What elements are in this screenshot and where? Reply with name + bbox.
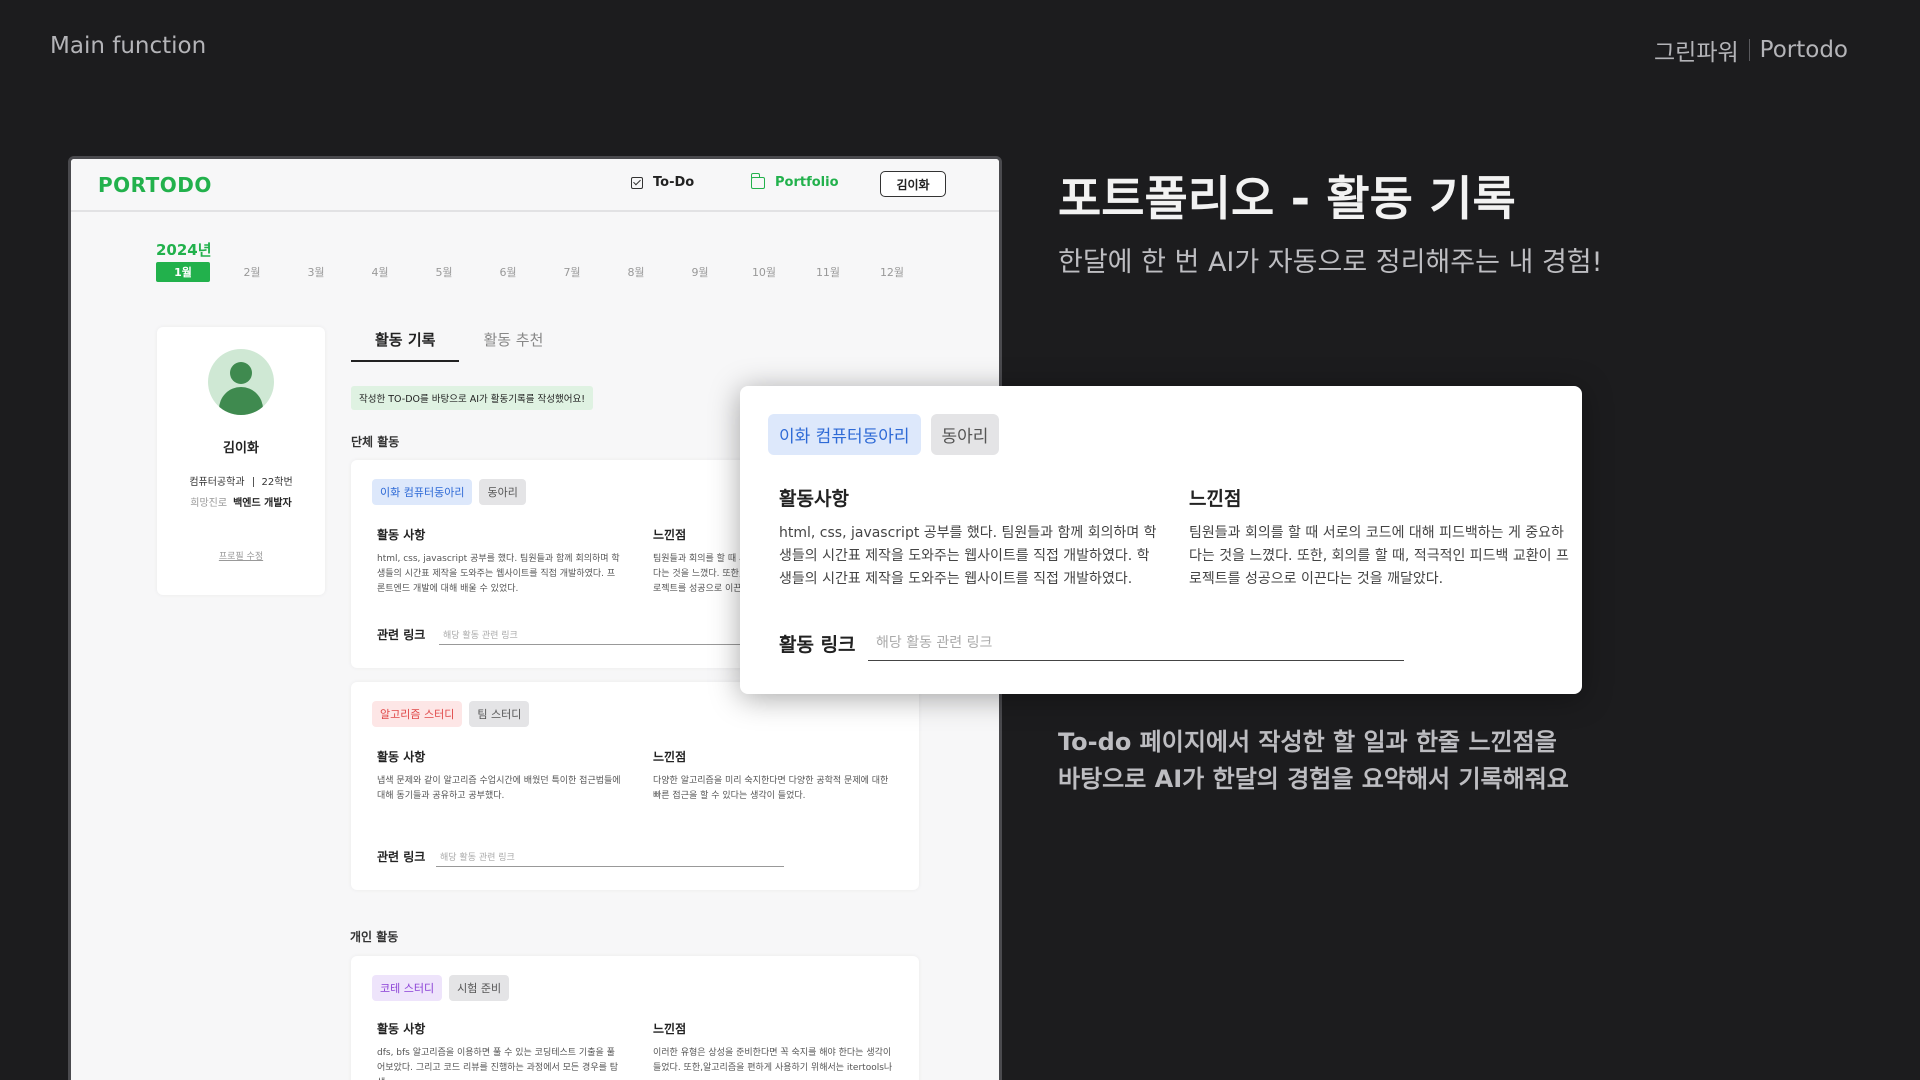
month-tab[interactable]: 6월 [476, 262, 540, 282]
activity-tabs: 활동 기록 활동 추천 [351, 329, 567, 362]
link-input[interactable]: 해당 활동 관련 링크 [436, 850, 784, 867]
profile-card: 김이화 컴퓨터공학과 22학번 희망진로 백엔드 개발자 프로필 수정 [157, 327, 325, 595]
avatar [208, 349, 274, 415]
month-tab[interactable]: 2월 [220, 262, 284, 282]
tag-row: 이화 컴퓨터동아리 동아리 [372, 479, 526, 505]
description-line: 바탕으로 AI가 한달의 경험을 요약해서 기록해줘요 [1058, 765, 1569, 793]
feature-description: To-do 페이지에서 작성한 할 일과 한줄 느낀점을 바탕으로 AI가 한달… [1058, 724, 1569, 798]
divider [1748, 39, 1750, 61]
ai-notice-badge: 작성한 TO-DO를 바탕으로 AI가 활동기록를 작성했어요! [351, 386, 594, 410]
profile-goal-label: 희망진로 [190, 498, 228, 509]
group-activity-title: 단체 활동 [351, 435, 400, 449]
feeling-heading: 느낀점 [653, 528, 687, 542]
nav-portfolio[interactable]: Portfolio [750, 172, 839, 190]
activity-text: html, css, javascript 공부를 했다. 팀원들과 함께 회의… [377, 554, 620, 594]
link-label: 관련 링크 [377, 850, 426, 864]
checkbox-icon [631, 176, 643, 189]
profile-grade: 22학번 [261, 477, 293, 488]
profile-goal: 희망진로 백엔드 개발자 [157, 494, 325, 509]
month-tab[interactable]: 10월 [732, 262, 796, 282]
avatar-head [230, 362, 252, 384]
year-label: 2024년 [156, 241, 212, 259]
feeling-heading: 느낀점 [653, 1022, 687, 1036]
month-tab[interactable]: 8월 [604, 262, 668, 282]
feeling-heading: 느낀점 [653, 750, 687, 764]
brand-name: 그린파워 [1654, 40, 1739, 66]
month-tab[interactable]: 11월 [796, 262, 860, 282]
description-line: To-do 페이지에서 작성한 할 일과 한줄 느낀점을 [1058, 728, 1557, 756]
profile-major: 컴퓨터공학과 [189, 477, 245, 488]
month-tab[interactable]: 5월 [412, 262, 476, 282]
category-tag: 동아리 [930, 414, 1000, 455]
category-tag: 팀 스터디 [469, 701, 530, 727]
product-name: Portodo [1759, 37, 1848, 63]
month-tab[interactable]: 7월 [540, 262, 604, 282]
activity-heading: 활동 사항 [377, 528, 426, 542]
link-label: 관련 링크 [377, 628, 426, 642]
profile-name: 김이화 [223, 441, 259, 456]
activity-heading: 활동 사항 [377, 1022, 426, 1036]
tag-row: 알고리즘 스터디 팀 스터디 [372, 701, 530, 727]
month-tab[interactable]: 9월 [668, 262, 732, 282]
tab-activity-recommend[interactable]: 활동 추천 [459, 329, 567, 362]
activity-card: 코테 스터디 시험 준비 활동 사항 dfs, bfs 알고리즘을 이용하면 풀… [351, 956, 919, 1080]
month-tab[interactable]: 1월 [156, 262, 210, 282]
profile-dept: 컴퓨터공학과 22학번 [157, 473, 325, 488]
feature-subtitle: 한달에 한 번 AI가 자동으로 정리해주는 내 경험! [1058, 247, 1603, 278]
feeling-heading: 느낀점 [1189, 488, 1242, 510]
app-navbar: PORTODO To-Do Portfolio 김이화 [71, 159, 999, 212]
feeling-text: 이러한 유형은 상성을 준비한다면 꼭 숙지를 해야 한다는 생각이 들었다. … [653, 1048, 893, 1073]
avatar-body [219, 387, 263, 415]
feeling-text: 팀원들과 회의를 할 때 서로의 코드에 대해 피드백하는 게 중요하다는 것을… [1189, 525, 1569, 587]
brand-header: 그린파워 Portodo [1654, 33, 1848, 67]
category-tag: 동아리 [479, 479, 526, 505]
personal-activity-title: 개인 활동 [350, 930, 399, 944]
tag-row: 코테 스터디 시험 준비 [372, 975, 510, 1001]
activity-heading: 활동사항 [779, 488, 849, 510]
app-logo[interactable]: PORTODO [98, 173, 212, 197]
feeling-text: 다양한 알고리즘을 미리 숙지한다면 다양한 공학적 문제에 대한 빠른 접근을… [653, 776, 889, 801]
activity-text: html, css, javascript 공부를 했다. 팀원들과 함께 회의… [779, 525, 1157, 587]
activity-text: dfs, bfs 알고리즘을 이용하면 풀 수 있는 코딩테스트 기출을 풀어보… [377, 1048, 619, 1080]
month-tab[interactable]: 3월 [284, 262, 348, 282]
section-label: Main function [50, 33, 207, 59]
tag-row: 이화 컴퓨터동아리 동아리 [768, 414, 1000, 455]
tab-activity-log[interactable]: 활동 기록 [351, 329, 460, 362]
month-selector: 1월 2월 3월 4월 5월 6월 7월 8월 9월 10월 11월 12월 [156, 262, 924, 282]
link-input[interactable]: 해당 활동 관련 링크 [439, 628, 787, 645]
month-tab[interactable]: 4월 [348, 262, 412, 282]
category-tag: 시험 준비 [449, 975, 510, 1001]
activity-tag: 이화 컴퓨터동아리 [768, 414, 921, 455]
activity-tag: 코테 스터디 [372, 975, 443, 1001]
feature-title: 포트폴리오 - 활동 기록 [1058, 172, 1516, 227]
activity-card: 알고리즘 스터디 팀 스터디 활동 사항 냅색 문제와 같이 알고리즘 수업시간… [351, 682, 919, 890]
profile-edit-link[interactable]: 프로필 수정 [157, 549, 325, 562]
divider [252, 477, 254, 487]
link-label: 활동 링크 [779, 634, 856, 656]
activity-card-zoom: 이화 컴퓨터동아리 동아리 활동사항 html, css, javascript… [740, 386, 1582, 694]
profile-goal-value: 백엔드 개발자 [233, 498, 292, 509]
activity-heading: 활동 사항 [377, 750, 426, 764]
activity-tag: 알고리즘 스터디 [372, 701, 463, 727]
nav-todo[interactable]: To-Do [631, 175, 694, 190]
month-tab[interactable]: 12월 [860, 262, 924, 282]
activity-tag: 이화 컴퓨터동아리 [372, 479, 473, 505]
nav-todo-label: To-Do [653, 175, 695, 190]
folder-icon [750, 172, 765, 189]
activity-text: 냅색 문제와 같이 알고리즘 수업시간에 배웠던 특이한 접근법들에 대해 동기… [377, 776, 621, 801]
nav-portfolio-label: Portfolio [775, 175, 839, 190]
user-button[interactable]: 김이화 [880, 171, 946, 197]
link-input[interactable]: 해당 활동 관련 링크 [868, 632, 1404, 661]
